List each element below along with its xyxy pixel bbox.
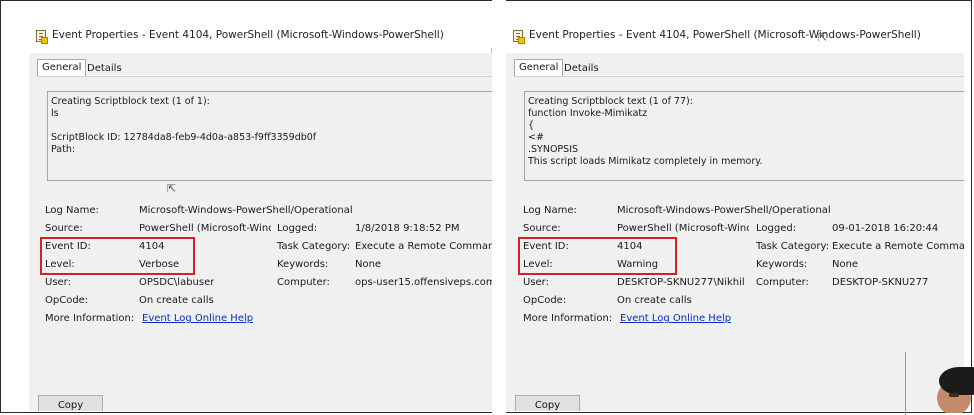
window-gap [492, 0, 506, 415]
keywords-value: None [832, 259, 859, 270]
mouse-pointer-icon: ⇱ [167, 182, 177, 195]
event-viewer-icon [513, 30, 525, 44]
task-category-label: Task Category: [277, 241, 351, 252]
copy-button[interactable]: Copy [38, 395, 103, 411]
window-title: Event Properties - Event 4104, PowerShel… [52, 29, 444, 41]
source-value: PowerShell (Microsoft-Windc [617, 223, 749, 234]
event-description[interactable]: Creating Scriptblock text (1 of 1): ls S… [47, 91, 492, 181]
source-label: Source: [45, 223, 83, 234]
opcode-label: OpCode: [45, 295, 89, 306]
webcam-cable [905, 352, 906, 415]
description-line: function Invoke-Mimikatz [528, 108, 648, 119]
logged-label: Logged: [756, 223, 797, 234]
window-title: Event Properties - Event 4104, PowerShel… [529, 29, 921, 41]
tab-general[interactable]: General [37, 59, 87, 76]
user-label: User: [45, 277, 71, 288]
source-value: PowerShell (Microsoft-Windc [139, 223, 271, 234]
window-body: General Details Creating Scriptblock tex… [29, 53, 492, 411]
computer-value: DESKTOP-SKNU277 [832, 277, 929, 288]
event-properties-window-left: Event Properties - Event 4104, PowerShel… [29, 23, 492, 411]
title-bar[interactable]: Event Properties - Event 4104, PowerShel… [29, 23, 492, 48]
logged-label: Logged: [277, 223, 318, 234]
log-name-value: Microsoft-Windows-PowerShell/Operational [617, 205, 831, 216]
task-category-value: Execute a Remote Command [355, 241, 492, 252]
highlight-box [518, 237, 677, 275]
hair [939, 367, 974, 395]
computer-label: Computer: [756, 277, 809, 288]
logged-value: 1/8/2018 9:18:52 PM [355, 223, 460, 234]
description-line: <# [528, 132, 544, 143]
highlight-box [40, 237, 195, 275]
source-label: Source: [523, 223, 561, 234]
description-line: { [528, 120, 535, 131]
opcode-value: On create calls [139, 295, 214, 306]
description-line: This script loads Mimikatz completely in… [528, 156, 763, 167]
logged-value: 09-01-2018 16:20:44 [832, 223, 939, 234]
user-value: OPSDC\labuser [139, 277, 215, 288]
event-log-online-help-link[interactable]: Event Log Online Help [142, 313, 253, 324]
description-line: Creating Scriptblock text (1 of 77): [528, 96, 693, 107]
event-description[interactable]: Creating Scriptblock text (1 of 77): fun… [524, 91, 964, 181]
computer-value: ops-user15.offensiveps.com [355, 277, 492, 288]
copy-button[interactable]: Copy [515, 395, 580, 411]
log-name-value: Microsoft-Windows-PowerShell/Operational [139, 205, 353, 216]
description-line: .SYNOPSIS [528, 144, 579, 155]
description-line: ScriptBlock ID: 12784da8-feb9-4d0a-a853-… [51, 132, 317, 143]
description-line: Path: [51, 144, 76, 155]
window-body: General Details Creating Scriptblock tex… [506, 53, 964, 411]
description-line: ls [51, 108, 59, 119]
eye [949, 393, 959, 397]
keywords-label: Keywords: [277, 259, 329, 270]
log-name-label: Log Name: [523, 205, 577, 216]
description-line: Creating Scriptblock text (1 of 1): [51, 96, 210, 107]
tab-general[interactable]: General [514, 59, 564, 76]
general-panel: Creating Scriptblock text (1 of 77): fun… [514, 76, 964, 377]
title-bar[interactable]: Event Properties - Event 4104, PowerShel… [506, 23, 964, 48]
log-name-label: Log Name: [45, 205, 99, 216]
computer-label: Computer: [277, 277, 330, 288]
task-category-value: Execute a Remote Command [832, 241, 964, 252]
keywords-value: None [355, 259, 382, 270]
task-category-label: Task Category: [756, 241, 830, 252]
user-label: User: [523, 277, 549, 288]
event-properties-window-right: Event Properties - Event 4104, PowerShel… [506, 23, 964, 411]
mouse-pointer-icon: ⇱ [818, 31, 828, 44]
webcam-person [935, 365, 974, 413]
keywords-label: Keywords: [756, 259, 808, 270]
more-information-label: More Information: [523, 313, 613, 324]
event-viewer-icon [36, 30, 48, 44]
general-panel: Creating Scriptblock text (1 of 1): ls S… [37, 76, 492, 377]
opcode-value: On create calls [617, 295, 692, 306]
more-information-label: More Information: [45, 313, 135, 324]
event-log-online-help-link[interactable]: Event Log Online Help [620, 313, 731, 324]
user-value: DESKTOP-SKNU277\Nikhil [617, 277, 745, 288]
opcode-label: OpCode: [523, 295, 567, 306]
description-line [51, 120, 489, 132]
